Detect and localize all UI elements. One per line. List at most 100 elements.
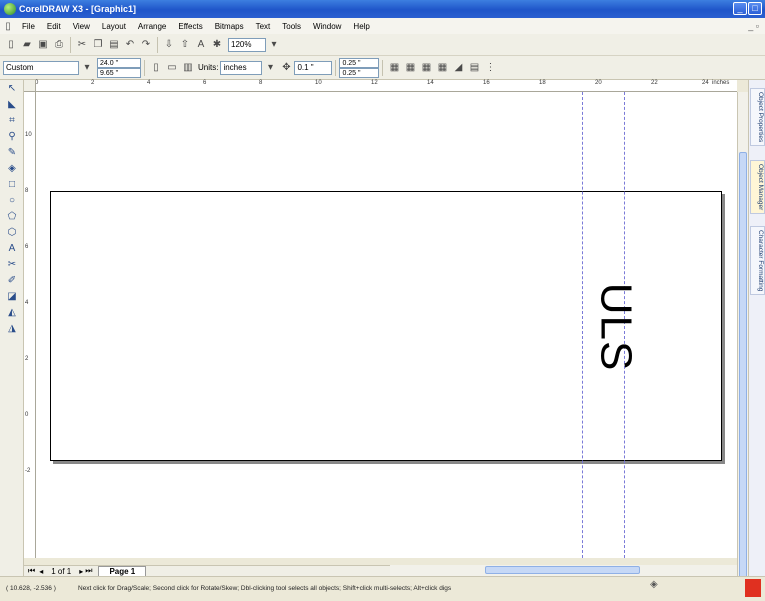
vertical-scrollbar[interactable] bbox=[737, 92, 748, 592]
ruler-label: 2 bbox=[25, 356, 29, 362]
text-tool-icon[interactable]: A bbox=[4, 242, 20, 256]
export-icon[interactable]: ⇧ bbox=[178, 38, 192, 52]
ruler-label: 16 bbox=[483, 80, 490, 86]
copy-icon[interactable]: ❐ bbox=[91, 38, 105, 52]
last-page-icon[interactable]: ⏭ bbox=[85, 566, 92, 576]
cut-icon[interactable]: ✂ bbox=[75, 38, 89, 52]
doc-window-controls[interactable]: _ ▫ bbox=[748, 21, 759, 31]
horizontal-scrollbar[interactable] bbox=[390, 565, 737, 576]
landscape-icon[interactable]: ▭ bbox=[165, 61, 179, 75]
crop-tool-icon[interactable]: ⌗ bbox=[4, 114, 20, 128]
nudge-field[interactable]: 0.1 " bbox=[294, 60, 333, 75]
menu-help[interactable]: Help bbox=[347, 22, 375, 31]
vertical-scroll-thumb[interactable] bbox=[739, 152, 747, 592]
welcome-screen-icon[interactable]: ✱ bbox=[210, 38, 224, 52]
outline-color-swatch[interactable] bbox=[745, 579, 761, 597]
redo-icon[interactable]: ↷ bbox=[139, 38, 153, 52]
horizontal-scroll-thumb[interactable] bbox=[485, 566, 640, 574]
first-page-icon[interactable]: ⏮ bbox=[28, 566, 35, 576]
treat-as-filled-icon[interactable]: ▦ bbox=[387, 61, 401, 75]
ruler-label: 24 bbox=[702, 80, 709, 86]
drawing-canvas[interactable]: ULS bbox=[36, 92, 737, 558]
import-icon[interactable]: ⇩ bbox=[162, 38, 176, 52]
duplicate-distance-x-field[interactable]: 0.25 " bbox=[339, 57, 380, 68]
open-icon[interactable]: ▰ bbox=[20, 38, 34, 52]
all-pages-icon[interactable]: ▥ bbox=[181, 61, 195, 75]
tab-object-properties[interactable]: Object Properties bbox=[750, 88, 765, 147]
page-height-field[interactable]: 9.65 " bbox=[97, 67, 141, 78]
portrait-icon[interactable]: ▯ bbox=[149, 61, 163, 75]
rectangle-tool-icon[interactable]: □ bbox=[4, 178, 20, 192]
ruler-label: 22 bbox=[651, 80, 658, 86]
title-bar: CorelDRAW X3 - [Graphic1] _ □ bbox=[0, 0, 765, 18]
smart-fill-tool-icon[interactable]: ◈ bbox=[4, 162, 20, 176]
toolbar-options-icon[interactable]: ⋮ bbox=[483, 61, 497, 75]
interactive-fill-tool-icon[interactable]: ◮ bbox=[4, 322, 20, 336]
snap-to-objects-icon[interactable]: ▦ bbox=[435, 61, 449, 75]
options-icon[interactable]: ▤ bbox=[467, 61, 481, 75]
menu-bitmaps[interactable]: Bitmaps bbox=[209, 22, 250, 31]
standard-toolbar: ▯ ▰ ▣ ⎙ ✂ ❐ ▤ ↶ ↷ ⇩ ⇧ A ✱ 120% ▾ bbox=[0, 34, 765, 56]
paste-icon[interactable]: ▤ bbox=[107, 38, 121, 52]
menu-edit[interactable]: Edit bbox=[41, 22, 67, 31]
paper-type-select[interactable]: Custom bbox=[3, 60, 79, 75]
horizontal-ruler[interactable]: 0 2 4 6 8 10 12 14 16 18 20 22 24 inches bbox=[24, 80, 737, 92]
next-page-icon[interactable]: ▸ bbox=[79, 567, 83, 576]
coreldraw-app-icon bbox=[4, 3, 16, 15]
menu-effects[interactable]: Effects bbox=[172, 22, 208, 31]
vertical-ruler[interactable]: 10 8 6 4 2 0 -2 bbox=[24, 92, 36, 558]
status-hint: Next click for Drag/Scale; Second click … bbox=[78, 585, 452, 592]
fill-indicator-icon[interactable]: ◈ bbox=[650, 579, 658, 590]
tab-page-1[interactable]: Page 1 bbox=[98, 566, 147, 576]
shape-tool-icon[interactable]: ◣ bbox=[4, 98, 20, 112]
units-select[interactable]: inches bbox=[220, 60, 263, 75]
menu-arrange[interactable]: Arrange bbox=[132, 22, 172, 31]
snap-to-grid-icon[interactable]: ▦ bbox=[403, 61, 417, 75]
paper-type-dropdown-icon[interactable]: ▾ bbox=[80, 61, 94, 75]
units-dropdown-icon[interactable]: ▾ bbox=[263, 61, 277, 75]
freehand-tool-icon[interactable]: ✎ bbox=[4, 146, 20, 160]
duplicate-distance-y-field[interactable]: 0.25 " bbox=[339, 67, 380, 78]
menu-window[interactable]: Window bbox=[307, 22, 347, 31]
document-icon: ▯ bbox=[5, 20, 11, 32]
new-icon[interactable]: ▯ bbox=[4, 38, 18, 52]
ruler-label: 8 bbox=[25, 188, 29, 194]
menu-view[interactable]: View bbox=[67, 22, 96, 31]
fill-tool-icon[interactable]: ◭ bbox=[4, 306, 20, 320]
menu-tools[interactable]: Tools bbox=[276, 22, 307, 31]
eyedropper-tool-icon[interactable]: ✐ bbox=[4, 274, 20, 288]
ellipse-tool-icon[interactable]: ○ bbox=[4, 194, 20, 208]
nudge-icon: ✥ bbox=[282, 62, 291, 73]
prev-page-icon[interactable]: ◂ bbox=[39, 567, 43, 576]
zoom-dropdown-icon[interactable]: ▾ bbox=[267, 38, 281, 52]
status-bar: ( 10.628, -2.536 ) Next click for Drag/S… bbox=[0, 576, 765, 601]
menu-layout[interactable]: Layout bbox=[96, 22, 132, 31]
rotated-text-object[interactable]: ULS bbox=[590, 283, 640, 372]
zoom-field[interactable]: 120% bbox=[228, 37, 266, 52]
page-width-field[interactable]: 24.0 " bbox=[97, 57, 141, 68]
dynamic-guides-icon[interactable]: ◢ bbox=[451, 61, 465, 75]
menu-text[interactable]: Text bbox=[250, 22, 277, 31]
tab-character-formatting[interactable]: Character Formatting bbox=[750, 226, 765, 296]
ruler-origin[interactable] bbox=[24, 80, 36, 92]
print-icon[interactable]: ⎙ bbox=[52, 38, 66, 52]
application-launcher-icon[interactable]: A bbox=[194, 38, 208, 52]
pick-tool-icon[interactable]: ↖ bbox=[4, 82, 20, 96]
maximize-icon[interactable]: □ bbox=[748, 2, 762, 15]
separator bbox=[382, 59, 384, 76]
polygon-tool-icon[interactable]: ⬠ bbox=[4, 210, 20, 224]
menu-file[interactable]: File bbox=[16, 22, 41, 31]
vertical-guideline[interactable] bbox=[582, 92, 583, 558]
undo-icon[interactable]: ↶ bbox=[123, 38, 137, 52]
snap-to-guidelines-icon[interactable]: ▦ bbox=[419, 61, 433, 75]
outline-tool-icon[interactable]: ◪ bbox=[4, 290, 20, 304]
ruler-label: 10 bbox=[315, 80, 322, 86]
basic-shapes-tool-icon[interactable]: ⬡ bbox=[4, 226, 20, 240]
zoom-tool-icon[interactable]: ⚲ bbox=[4, 130, 20, 144]
page-count: 1 of 1 bbox=[51, 566, 72, 576]
minimize-icon[interactable]: _ bbox=[733, 2, 747, 15]
interactive-blend-tool-icon[interactable]: ✂ bbox=[4, 258, 20, 272]
save-icon[interactable]: ▣ bbox=[36, 38, 50, 52]
separator bbox=[144, 59, 145, 76]
tab-object-manager[interactable]: Object Manager bbox=[750, 160, 765, 215]
